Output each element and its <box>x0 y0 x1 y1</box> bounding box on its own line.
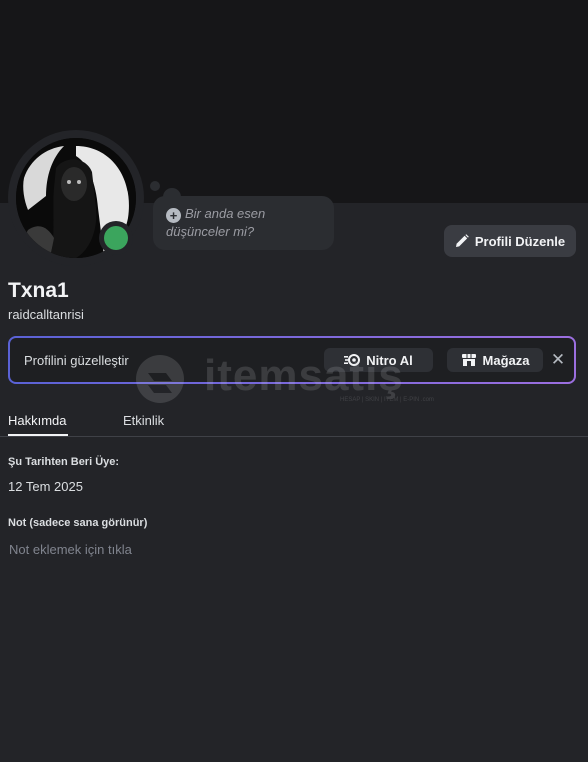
shop-icon <box>461 354 476 366</box>
tab-about[interactable]: Hakkımda <box>8 413 67 428</box>
thought-bubble-dot <box>150 181 160 191</box>
get-nitro-button[interactable]: Nitro Al <box>324 348 433 372</box>
display-name: Txna1 <box>8 279 69 302</box>
thought-bubble[interactable]: + Bir anda esen düşünceler mi? <box>153 196 334 250</box>
thought-bubble-line1: Bir anda esen <box>185 206 266 221</box>
thought-bubble-line2: düşünceler mi? <box>166 224 255 239</box>
member-since-value: 12 Tem 2025 <box>8 479 83 494</box>
edit-profile-button[interactable]: Profili Düzenle <box>444 225 576 257</box>
username: raidcalltanrisi <box>8 307 84 322</box>
note-input[interactable]: Not eklemek için tıkla <box>9 542 132 557</box>
watermark-sub: HESAP | SKIN | ITEM | E-PIN .com <box>340 397 434 403</box>
tabs-divider <box>0 436 588 437</box>
nitro-promo-banner: Profilini güzelleştir Nitro Al Mağaza ✕ <box>8 336 576 384</box>
member-since-label: Şu Tarihten Beri Üye: <box>8 456 120 468</box>
get-nitro-label: Nitro Al <box>366 352 413 368</box>
pencil-icon <box>455 234 469 247</box>
tab-activity[interactable]: Etkinlik <box>123 413 164 428</box>
shop-button[interactable]: Mağaza <box>447 348 543 372</box>
online-status-icon <box>104 226 128 250</box>
add-circle-icon: + <box>166 208 181 223</box>
nitro-promo-text: Profilini güzelleştir <box>24 353 129 368</box>
edit-profile-label: Profili Düzenle <box>474 233 566 249</box>
note-label: Not (sadece sana görünür) <box>8 517 148 529</box>
shop-label: Mağaza <box>482 352 530 368</box>
nitro-promo-inner: Profilini güzelleştir Nitro Al Mağaza ✕ <box>10 338 574 382</box>
close-icon[interactable]: ✕ <box>550 350 566 370</box>
nitro-icon <box>344 354 361 366</box>
